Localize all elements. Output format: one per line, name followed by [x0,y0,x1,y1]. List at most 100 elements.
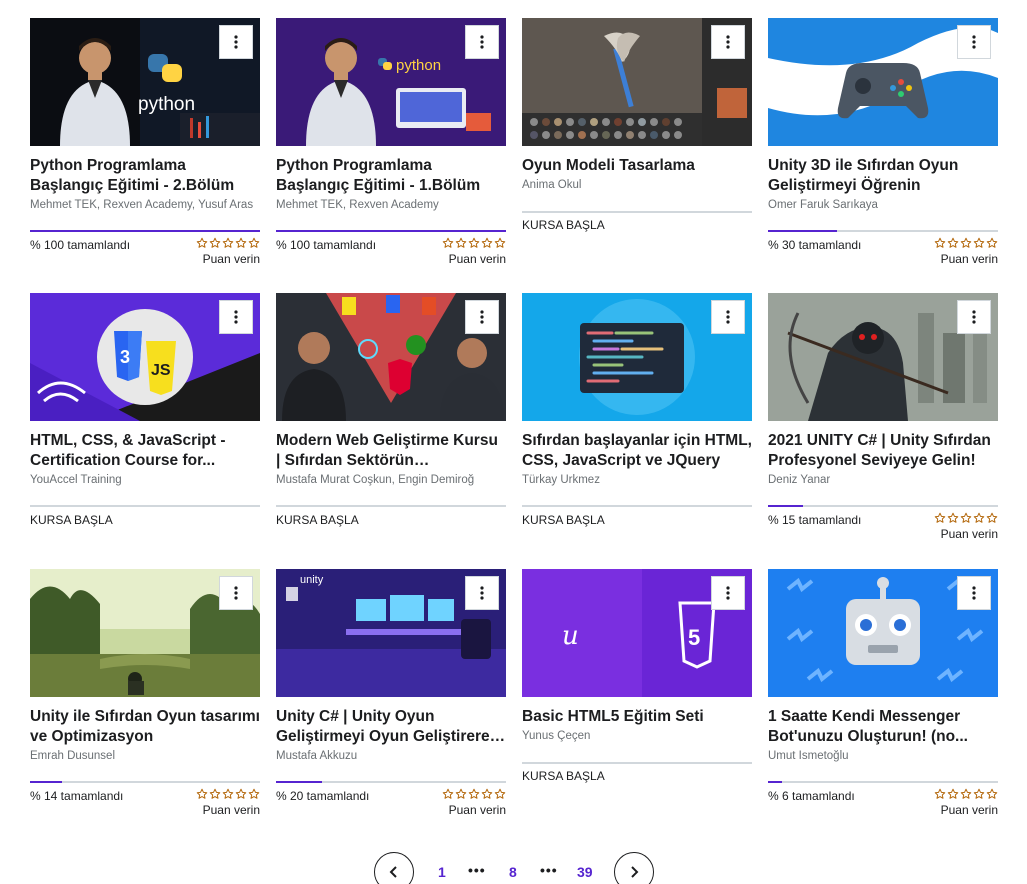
course-card[interactable]: python Python Programlama Başlangıç Eğit… [276,18,506,266]
course-card[interactable]: Oyun Modeli Tasarlama Anima Okul KURSA B… [522,18,752,232]
rating-control[interactable]: Puan verin [934,512,998,541]
course-thumbnail[interactable] [522,18,752,146]
course-card[interactable]: Unity ile Sıfırdan Oyun tasarımı ve Opti… [30,569,260,817]
star-outline-icon[interactable] [235,237,247,249]
page-current[interactable]: 8 [509,864,517,880]
star-outline-icon[interactable] [934,788,946,800]
star-outline-icon[interactable] [947,512,959,524]
rate-label[interactable]: Puan verin [196,803,260,817]
star-outline-icon[interactable] [494,237,506,249]
rating-control[interactable]: Puan verin [934,237,998,266]
start-course-link[interactable]: KURSA BAŞLA [522,769,605,783]
course-title[interactable]: Python Programlama Başlangıç Eğitimi - 2… [30,156,260,196]
star-outline-icon[interactable] [973,237,985,249]
star-rating[interactable] [442,237,506,249]
star-outline-icon[interactable] [986,788,998,800]
star-outline-icon[interactable] [468,788,480,800]
rate-label[interactable]: Puan verin [196,252,260,266]
star-outline-icon[interactable] [481,788,493,800]
page-link-last[interactable]: 39 [577,864,593,880]
page-link-first[interactable]: 1 [438,864,446,880]
course-options-button[interactable] [465,576,499,610]
star-outline-icon[interactable] [222,788,234,800]
course-title[interactable]: 1 Saatte Kendi Messenger Bot'unuzu Oluşt… [768,707,998,747]
rating-control[interactable]: Puan verin [196,788,260,817]
rating-control[interactable]: Puan verin [196,237,260,266]
course-title[interactable]: Basic HTML5 Eğitim Seti [522,707,752,727]
course-options-button[interactable] [465,25,499,59]
star-outline-icon[interactable] [973,512,985,524]
star-outline-icon[interactable] [222,237,234,249]
course-thumbnail[interactable] [768,293,998,421]
rating-control[interactable]: Puan verin [934,788,998,817]
course-options-button[interactable] [957,576,991,610]
star-outline-icon[interactable] [196,788,208,800]
course-thumbnail[interactable] [522,293,752,421]
star-outline-icon[interactable] [973,788,985,800]
rating-control[interactable]: Puan verin [442,788,506,817]
star-rating[interactable] [934,512,998,524]
course-thumbnail[interactable]: python [30,18,260,146]
star-outline-icon[interactable] [235,788,247,800]
star-outline-icon[interactable] [934,512,946,524]
star-outline-icon[interactable] [934,237,946,249]
star-rating[interactable] [196,237,260,249]
star-rating[interactable] [442,788,506,800]
start-course-link[interactable]: KURSA BAŞLA [276,513,359,527]
course-card[interactable]: 2021 UNITY C# | Unity Sıfırdan Profesyon… [768,293,998,541]
star-outline-icon[interactable] [494,788,506,800]
course-options-button[interactable] [957,25,991,59]
star-outline-icon[interactable] [209,237,221,249]
star-rating[interactable] [196,788,260,800]
course-thumbnail[interactable] [276,293,506,421]
star-outline-icon[interactable] [248,788,260,800]
star-outline-icon[interactable] [455,788,467,800]
star-outline-icon[interactable] [960,788,972,800]
course-thumbnail[interactable] [768,569,998,697]
course-thumbnail[interactable]: u 5 [522,569,752,697]
course-card[interactable]: 1 Saatte Kendi Messenger Bot'unuzu Oluşt… [768,569,998,817]
next-page-button[interactable] [614,852,654,884]
course-title[interactable]: Unity ile Sıfırdan Oyun tasarımı ve Opti… [30,707,260,747]
star-outline-icon[interactable] [947,788,959,800]
course-title[interactable]: Unity 3D ile Sıfırdan Oyun Geliştirmeyi … [768,156,998,196]
course-title[interactable]: Python Programlama Başlangıç Eğitimi - 1… [276,156,506,196]
star-outline-icon[interactable] [960,237,972,249]
rate-label[interactable]: Puan verin [934,527,998,541]
star-outline-icon[interactable] [455,237,467,249]
course-options-button[interactable] [711,576,745,610]
course-title[interactable]: Unity C# | Unity Oyun Geliştirmeyi Oyun … [276,707,506,747]
course-card[interactable]: Sıfırdan başlayanlar için HTML, CSS, Jav… [522,293,752,527]
course-card[interactable]: 3 JS HTML, CSS, & JavaScript - Certifica… [30,293,260,527]
star-outline-icon[interactable] [960,512,972,524]
course-thumbnail[interactable] [768,18,998,146]
course-options-button[interactable] [219,300,253,334]
course-card[interactable]: Modern Web Geliştirme Kursu | Sıfırdan S… [276,293,506,527]
course-options-button[interactable] [711,25,745,59]
course-title[interactable]: Modern Web Geliştirme Kursu | Sıfırdan S… [276,431,506,471]
star-rating[interactable] [934,237,998,249]
course-card[interactable]: unity Unity C# | Unity Oyun Geliştirmeyi… [276,569,506,817]
course-thumbnail[interactable]: 3 JS [30,293,260,421]
rate-label[interactable]: Puan verin [442,252,506,266]
star-outline-icon[interactable] [986,512,998,524]
course-thumbnail[interactable] [30,569,260,697]
start-course-link[interactable]: KURSA BAŞLA [30,513,113,527]
rate-label[interactable]: Puan verin [934,252,998,266]
star-rating[interactable] [934,788,998,800]
course-options-button[interactable] [957,300,991,334]
course-options-button[interactable] [219,576,253,610]
course-title[interactable]: 2021 UNITY C# | Unity Sıfırdan Profesyon… [768,431,998,471]
star-outline-icon[interactable] [468,237,480,249]
star-outline-icon[interactable] [947,237,959,249]
rating-control[interactable]: Puan verin [442,237,506,266]
star-outline-icon[interactable] [196,237,208,249]
star-outline-icon[interactable] [986,237,998,249]
rate-label[interactable]: Puan verin [442,803,506,817]
star-outline-icon[interactable] [442,788,454,800]
course-options-button[interactable] [711,300,745,334]
course-card[interactable]: Unity 3D ile Sıfırdan Oyun Geliştirmeyi … [768,18,998,266]
rate-label[interactable]: Puan verin [934,803,998,817]
course-title[interactable]: Sıfırdan başlayanlar için HTML, CSS, Jav… [522,431,752,471]
course-thumbnail[interactable]: unity [276,569,506,697]
